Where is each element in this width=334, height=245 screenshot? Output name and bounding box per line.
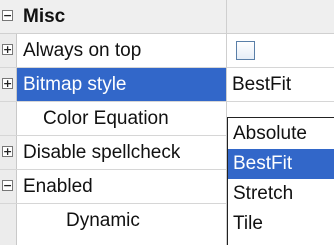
dropdown-option-stretch[interactable]: Stretch (228, 179, 334, 209)
always-on-top-checkbox[interactable] (236, 41, 255, 60)
property-label: Disable spellcheck (23, 142, 181, 163)
collapse-icon[interactable]: − (2, 180, 13, 191)
expand-icon[interactable]: + (2, 146, 13, 157)
bitmap-style-value[interactable]: BestFit (232, 68, 291, 101)
property-label: Bitmap style (17, 68, 226, 101)
property-label: Enabled (23, 176, 93, 197)
expand-icon[interactable]: + (2, 44, 13, 55)
bitmap-style-dropdown[interactable]: Absolute BestFit Stretch Tile (227, 117, 334, 245)
expand-icon[interactable]: + (2, 78, 13, 89)
dropdown-option-absolute[interactable]: Absolute (228, 119, 334, 149)
property-row-always-on-top[interactable]: + Always on top (0, 34, 334, 68)
property-row-bitmap-style[interactable]: + Bitmap style BestFit (0, 68, 334, 102)
dropdown-option-tile[interactable]: Tile (228, 209, 334, 239)
property-label: Always on top (23, 40, 142, 61)
property-label: Dynamic (66, 210, 140, 231)
property-label: Color Equation (43, 108, 169, 129)
category-label: Misc (23, 6, 66, 27)
dropdown-option-bestfit[interactable]: BestFit (228, 149, 334, 179)
category-row-misc[interactable]: − Misc (0, 0, 334, 34)
collapse-icon[interactable]: − (2, 10, 13, 21)
